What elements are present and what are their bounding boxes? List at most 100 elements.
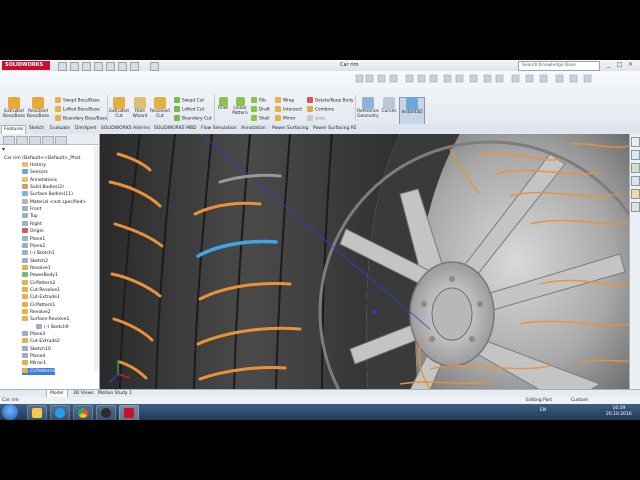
filter-icon[interactable]: ▾ xyxy=(2,146,10,153)
graphics-area[interactable] xyxy=(100,134,640,390)
swept-cut-button[interactable]: Swept Cut xyxy=(174,97,204,104)
swept-boss-button[interactable]: Swept Boss/Base xyxy=(55,97,100,104)
combine-button[interactable]: Combine xyxy=(307,106,334,113)
configuration-tab-icon[interactable] xyxy=(29,136,41,145)
new-doc-icon[interactable] xyxy=(58,62,67,71)
curves-button[interactable]: Curves xyxy=(381,97,397,115)
tree-item[interactable]: Revolve2 xyxy=(22,309,51,316)
close-icon[interactable]: × xyxy=(626,61,635,69)
taskbar-explorer[interactable] xyxy=(27,405,47,421)
draft-button[interactable]: Draft xyxy=(251,106,270,113)
linear-pattern-button[interactable]: Linear Pattern xyxy=(231,97,249,117)
select-icon[interactable] xyxy=(118,62,127,71)
tree-root[interactable]: Car rim (Default<<Default>_Phot xyxy=(4,155,80,162)
app-logo[interactable]: SOLIDWORKS xyxy=(2,61,50,70)
delete-keep-body-button[interactable]: Delete/Keep Body xyxy=(307,97,353,104)
custom-properties-icon[interactable] xyxy=(631,202,640,212)
tree-item[interactable]: Revolve1 xyxy=(22,264,51,272)
reference-geometry-button[interactable]: Reference Geometry xyxy=(357,97,379,120)
tab-3d-views[interactable]: 3D Views xyxy=(70,390,97,397)
property-manager-tab-icon[interactable] xyxy=(16,136,28,145)
appearances-icon[interactable] xyxy=(631,189,640,199)
intersect-button[interactable]: Intersect xyxy=(275,106,302,113)
tree-item[interactable]: Plane4 xyxy=(22,353,45,360)
taskbar-app[interactable] xyxy=(96,405,116,421)
tree-item[interactable]: PowerBody1 xyxy=(22,272,58,279)
mirror-button[interactable]: Mirror xyxy=(275,115,296,122)
tab-sketch[interactable]: Sketch xyxy=(27,125,46,133)
open-icon[interactable] xyxy=(70,62,79,71)
dimxpert-tab-icon[interactable] xyxy=(42,136,54,145)
instant3d-button[interactable]: Instant3D xyxy=(399,97,425,125)
rebuild-icon[interactable] xyxy=(130,62,139,71)
design-library-icon[interactable] xyxy=(631,150,640,160)
lofted-boss-button[interactable]: Lofted Boss/Base xyxy=(55,106,100,113)
tree-item[interactable]: Annotations xyxy=(22,176,57,184)
boundary-boss-button[interactable]: Boundary Boss/Base xyxy=(55,115,107,122)
tree-item[interactable]: Material <not specified> xyxy=(22,198,86,206)
tree-item[interactable]: Plane1 xyxy=(22,235,45,243)
tab-features[interactable]: Features xyxy=(1,125,27,134)
taskbar-solidworks[interactable] xyxy=(119,405,139,421)
tree-item[interactable]: Front xyxy=(22,206,41,213)
wrap-button[interactable]: Wrap xyxy=(275,97,294,104)
tree-item[interactable]: CirPattern2 xyxy=(22,279,55,287)
tab-flow-simulation[interactable]: Flow Simulation xyxy=(199,125,239,133)
tree-item[interactable]: Plane2 xyxy=(22,242,45,250)
extruded-cut-button[interactable]: Extruded Cut xyxy=(109,97,129,120)
tab-annotation[interactable]: Annotation xyxy=(239,125,268,133)
taskbar-chrome[interactable] xyxy=(73,405,93,421)
tree-item[interactable]: Mirror1 xyxy=(22,360,46,367)
tree-item[interactable]: Cut-Extrude1 xyxy=(22,294,60,301)
tree-item[interactable]: Surface-Revolve1 xyxy=(22,316,69,323)
tree-item[interactable]: Plane3 xyxy=(22,331,45,338)
feature-tree-tab-icon[interactable] xyxy=(3,136,15,145)
rib-button[interactable]: Rib xyxy=(251,97,266,104)
taskbar-skype[interactable] xyxy=(50,405,70,421)
file-explorer-icon[interactable] xyxy=(631,163,640,173)
clock[interactable]: 16:39 20.10.2016 xyxy=(606,406,632,417)
view-palette-icon[interactable] xyxy=(631,176,640,186)
tab-power-surfacing-re[interactable]: Power Surfacing RE xyxy=(311,125,359,133)
tab-mbd[interactable]: SOLIDWORKS MBD xyxy=(152,125,199,133)
extruded-boss-button[interactable]: Extruded Boss/Base xyxy=(3,97,25,120)
undo-icon[interactable] xyxy=(106,62,115,71)
save-icon[interactable] xyxy=(82,62,91,71)
tree-item[interactable]: Sketch10 xyxy=(22,345,51,353)
tab-power-surfacing[interactable]: Power Surfacing xyxy=(270,125,310,133)
resources-icon[interactable] xyxy=(631,137,640,147)
tree-item[interactable]: Surface Bodies(11) xyxy=(22,191,73,198)
tab-dimxpert[interactable]: DimXpert xyxy=(73,125,98,133)
tree-item[interactable]: CirPattern4 xyxy=(22,367,56,375)
tab-addins[interactable]: SOLIDWORKS Add-Ins xyxy=(99,125,152,133)
tab-motion-study[interactable]: Motion Study 1 xyxy=(95,390,135,397)
tree-item[interactable]: (-) Sketch9 xyxy=(36,323,69,331)
language-indicator[interactable]: EN xyxy=(540,408,546,413)
restore-icon[interactable]: □ xyxy=(615,61,624,69)
tree-item[interactable]: Top xyxy=(22,213,38,220)
shell-button[interactable]: Shell xyxy=(251,115,269,122)
display-manager-tab-icon[interactable] xyxy=(55,136,67,145)
tree-item[interactable]: Cut-Revolve1 xyxy=(22,286,60,294)
revolved-boss-button[interactable]: Revolved Boss/Base xyxy=(27,97,49,120)
slots-button[interactable]: slots xyxy=(307,115,325,122)
tree-item[interactable]: Right xyxy=(22,220,42,228)
tree-item[interactable]: Sensors xyxy=(22,169,48,176)
revolved-cut-button[interactable]: Revolved Cut xyxy=(150,97,170,120)
tree-item[interactable]: (-) Sketch1 xyxy=(22,250,55,257)
hole-wizard-button[interactable]: Hole Wizard xyxy=(131,97,149,120)
search-input[interactable]: Search Knowledge Base xyxy=(518,61,600,71)
fillet-button[interactable]: Fillet xyxy=(216,97,230,112)
tree-item[interactable]: Sketch2 xyxy=(22,257,48,265)
tree-scrollbar[interactable] xyxy=(94,146,99,371)
tab-evaluate[interactable]: Evaluate xyxy=(48,125,72,133)
tree-item[interactable]: CirPattern1 xyxy=(22,301,55,309)
tree-item[interactable]: Cut-Extrude2 xyxy=(22,338,60,345)
tree-item[interactable]: Solid Bodies(2) xyxy=(22,184,64,191)
boundary-cut-button[interactable]: Boundary Cut xyxy=(174,115,211,122)
start-button[interactable] xyxy=(2,404,18,420)
print-icon[interactable] xyxy=(94,62,103,71)
tree-item[interactable]: History xyxy=(22,162,46,169)
minimize-icon[interactable]: _ xyxy=(604,61,613,69)
tree-item[interactable]: Origin xyxy=(22,228,44,235)
